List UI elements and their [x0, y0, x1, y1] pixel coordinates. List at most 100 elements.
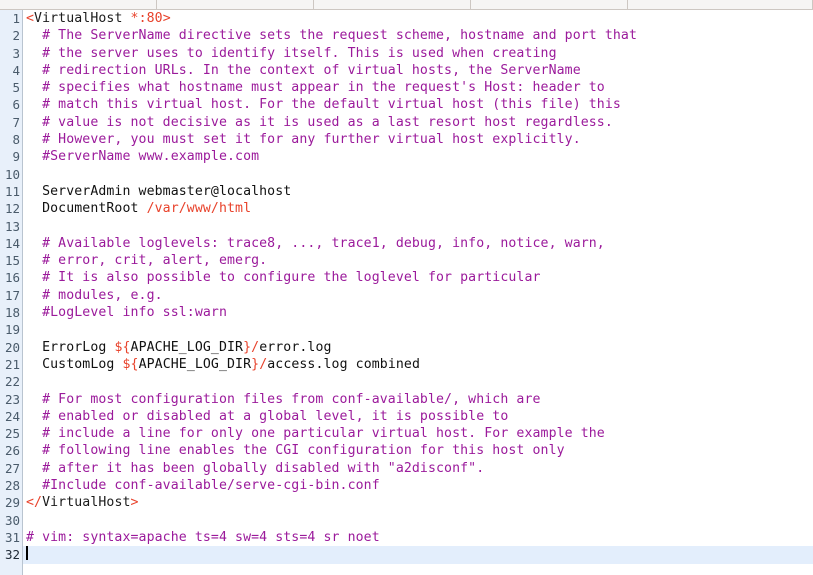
code-line[interactable]: #ServerName www.example.com: [23, 148, 813, 165]
line-number: 21: [4, 356, 20, 372]
code-token-comment: # vim: syntax=apache ts=4 sw=4 sts=4 sr …: [26, 529, 380, 545]
line-number: 17: [4, 287, 20, 303]
code-line[interactable]: # value is not decisive as it is used as…: [23, 114, 813, 131]
line-number: 14: [4, 235, 20, 251]
text-editor-window: index.html000-default.confdefault-ssl.co…: [0, 0, 813, 575]
code-token-tag: >: [162, 11, 171, 26]
tab-0[interactable]: index.html: [0, 0, 157, 9]
code-token-val: /: [251, 339, 260, 355]
line-number: 4: [12, 62, 20, 78]
line-number: 6: [12, 97, 20, 113]
code-token-plain: error.log: [259, 339, 332, 355]
line-number: 1: [12, 11, 20, 26]
code-line[interactable]: # The ServerName directive sets the requ…: [23, 27, 813, 44]
tab-2[interactable]: default-ssl.conf: [314, 0, 471, 9]
line-number: 25: [4, 426, 20, 442]
code-line[interactable]: <VirtualHost *:80>: [23, 10, 813, 27]
code-token-comment: # The ServerName directive sets the requ…: [26, 28, 638, 44]
code-token-comment: # enabled or disabled at a global level,…: [26, 408, 509, 424]
code-line[interactable]: # It is also possible to configure the l…: [23, 269, 813, 286]
line-number: 12: [4, 201, 20, 217]
code-line[interactable]: # match this virtual host. For the defau…: [23, 96, 813, 113]
code-line[interactable]: [23, 546, 813, 564]
code-line[interactable]: DocumentRoot /var/www/html: [23, 200, 813, 217]
line-number: 30: [4, 512, 20, 528]
code-token-tagname: VirtualHost: [34, 11, 123, 26]
editor-area[interactable]: 1 2 3 4 5 6 7 8 9 10 11 12 13 14 15 16 17 18 19 20 21 22 23 24 2…: [0, 10, 813, 575]
line-number: 22: [4, 374, 20, 390]
code-line[interactable]: [23, 512, 813, 529]
line-number: 10: [4, 166, 20, 182]
code-token-val: ${: [114, 339, 131, 355]
code-line[interactable]: CustomLog ${APACHE_LOG_DIR}/access.log c…: [23, 356, 813, 373]
code-token-comment: # error, crit, alert, emerg.: [26, 253, 268, 269]
line-number: 9: [12, 149, 20, 165]
code-token-comment: # modules, e.g.: [26, 287, 163, 303]
code-line[interactable]: # However, you must set it for any furth…: [23, 131, 813, 148]
code-line[interactable]: # enabled or disabled at a global level,…: [23, 408, 813, 425]
code-line[interactable]: # For most configuration files from conf…: [23, 391, 813, 408]
code-token-comment: # Available loglevels: trace8, ..., trac…: [26, 235, 605, 251]
line-number: 28: [4, 478, 20, 494]
line-number: 8: [12, 132, 20, 148]
code-token-comment: # value is not decisive as it is used as…: [26, 114, 613, 130]
line-number: 3: [12, 45, 20, 61]
code-line[interactable]: # after it has been globally disabled wi…: [23, 460, 813, 477]
code-line[interactable]: # specifies what hostname must appear in…: [23, 79, 813, 96]
code-line[interactable]: </VirtualHost>: [23, 494, 813, 511]
code-token-dir: ServerAdmin webmaster@localhost: [26, 183, 292, 199]
code-line[interactable]: # error, crit, alert, emerg.: [23, 252, 813, 269]
line-number: 26: [4, 443, 20, 459]
line-number: 11: [4, 183, 20, 199]
code-line[interactable]: ServerAdmin webmaster@localhost: [23, 183, 813, 200]
code-token-tagname: VirtualHost: [42, 495, 131, 511]
code-token-val: /var/www/html: [146, 201, 252, 217]
line-number: 16: [4, 270, 20, 286]
code-view[interactable]: <VirtualHost *:80> # The ServerName dire…: [23, 10, 813, 575]
code-line[interactable]: # include a line for only one particular…: [23, 425, 813, 442]
code-line[interactable]: [23, 166, 813, 183]
code-token-comment: # redirection URLs. In the context of vi…: [26, 62, 581, 78]
tab-3[interactable]: index.html: [471, 0, 628, 9]
code-line[interactable]: [23, 321, 813, 338]
code-line[interactable]: # Available loglevels: trace8, ..., trac…: [23, 235, 813, 252]
line-number: 23: [4, 391, 20, 407]
code-token-comment: # match this virtual host. For the defau…: [26, 97, 621, 113]
code-token-comment: #LogLevel info ssl:warn: [26, 305, 227, 321]
line-number-gutter: 1 2 3 4 5 6 7 8 9 10 11 12 13 14 15 16 17 18 19 20 21 22 23 24 2…: [0, 10, 23, 575]
code-line[interactable]: #Include conf-available/serve-cgi-bin.co…: [23, 477, 813, 494]
line-number: 18: [4, 305, 20, 321]
code-line[interactable]: [23, 218, 813, 235]
code-line[interactable]: #LogLevel info ssl:warn: [23, 304, 813, 321]
code-line[interactable]: # modules, e.g.: [23, 287, 813, 304]
code-line[interactable]: # redirection URLs. In the context of vi…: [23, 62, 813, 79]
line-number: 2: [12, 28, 20, 44]
code-token-comment: #Include conf-available/serve-cgi-bin.co…: [26, 478, 380, 494]
code-token-plain: APACHE_LOG_DIR: [130, 339, 244, 355]
code-token-plain: APACHE_LOG_DIR: [138, 356, 252, 372]
tab-bar-filler: [628, 0, 813, 9]
code-token-comment: # It is also possible to configure the l…: [26, 270, 541, 286]
code-token-val: *:80: [130, 11, 163, 26]
code-token-plain: access.log combined: [267, 356, 420, 372]
line-number: 15: [4, 253, 20, 269]
line-number: 29: [4, 495, 20, 511]
tab-1[interactable]: 000-default.conf: [157, 0, 314, 9]
line-number: 13: [4, 218, 20, 234]
code-line[interactable]: # the server uses to identify itself. Th…: [23, 45, 813, 62]
code-line[interactable]: [23, 373, 813, 390]
line-number: 27: [4, 460, 20, 476]
code-token-val: }: [243, 339, 252, 355]
line-number: 20: [4, 339, 20, 355]
code-line[interactable]: # following line enables the CGI configu…: [23, 442, 813, 459]
code-token-val: }: [251, 356, 260, 372]
code-token-comment: # the server uses to identify itself. Th…: [26, 45, 557, 61]
code-line[interactable]: ErrorLog ${APACHE_LOG_DIR}/error.log: [23, 339, 813, 356]
code-token-dir: ErrorLog: [26, 339, 115, 355]
line-number: 19: [4, 322, 20, 338]
line-number: 5: [12, 80, 20, 96]
code-line[interactable]: # vim: syntax=apache ts=4 sw=4 sts=4 sr …: [23, 529, 813, 546]
code-token-comment: # following line enables the CGI configu…: [26, 443, 565, 459]
code-token-tag: <: [26, 11, 35, 26]
